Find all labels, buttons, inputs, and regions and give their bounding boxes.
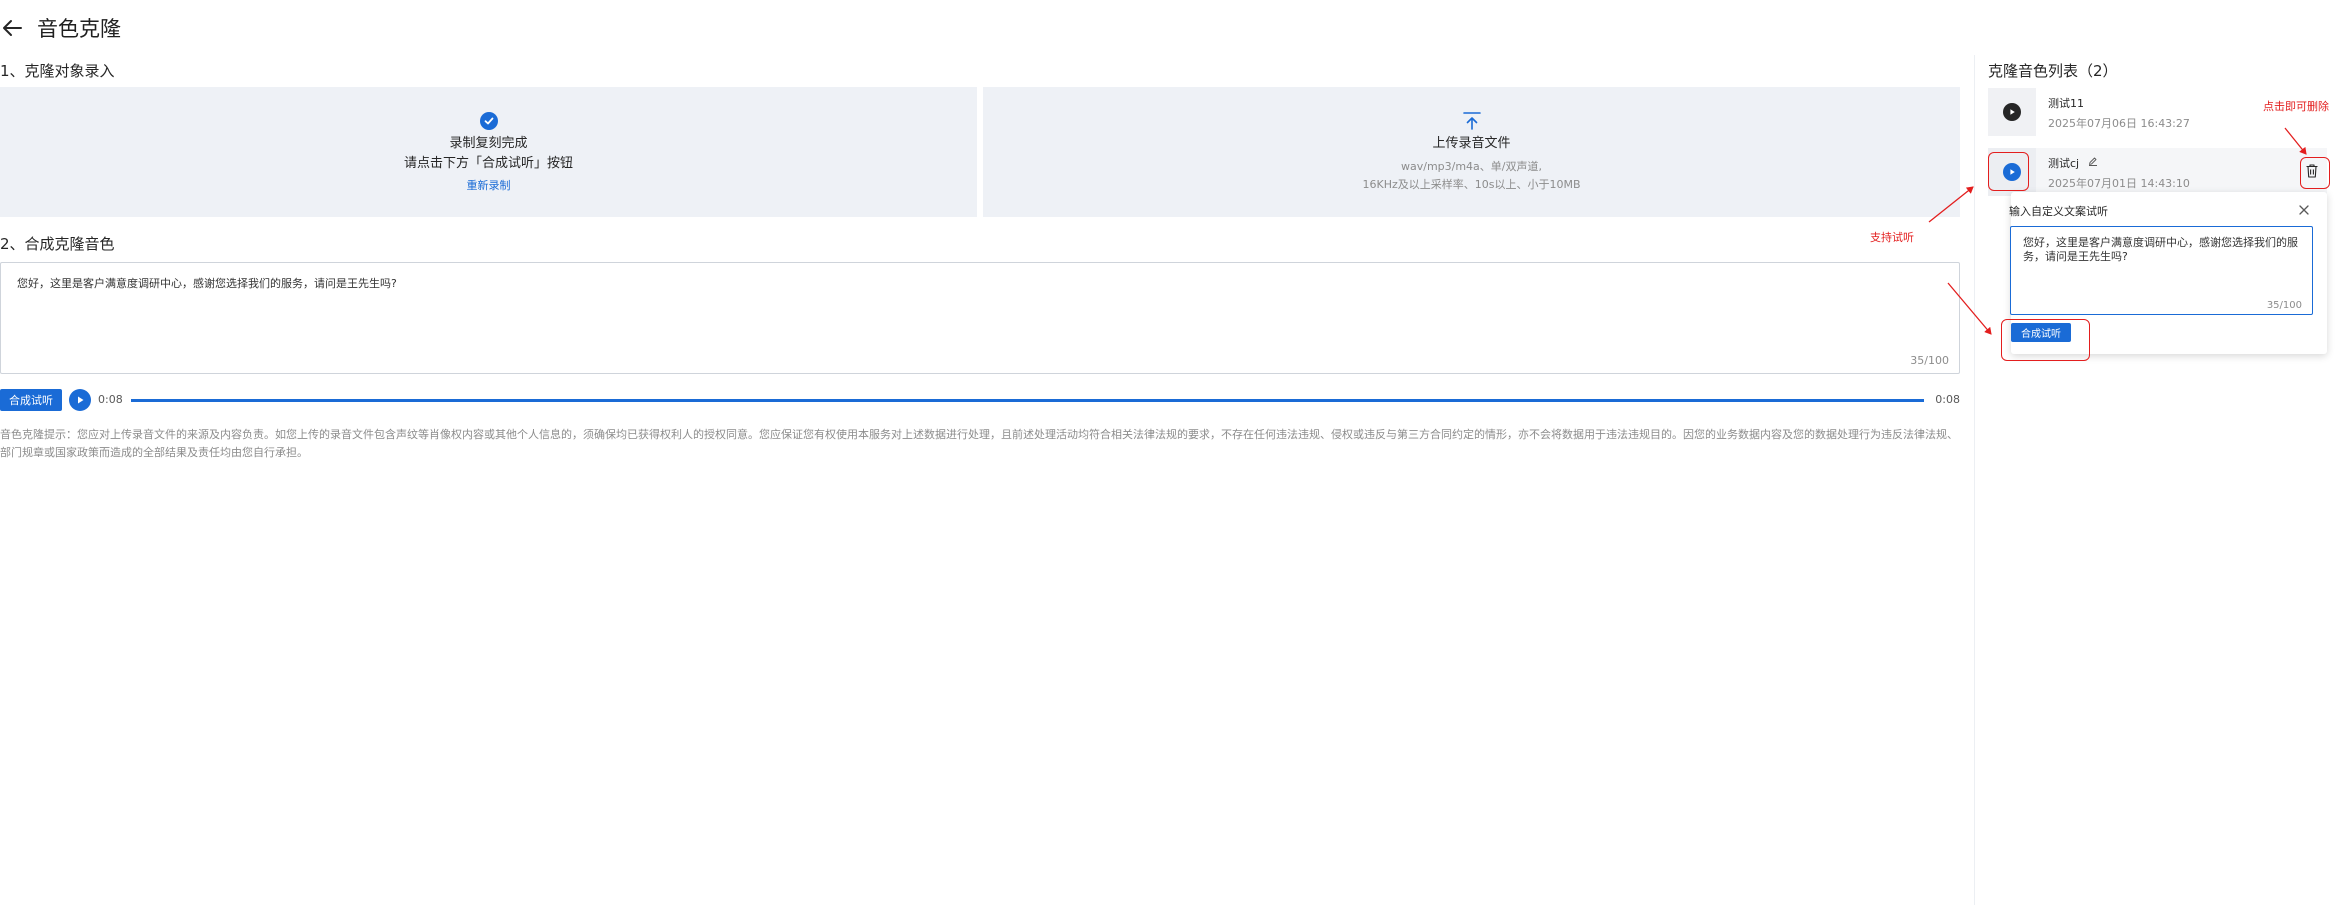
voice-date: 2025年07月06日 16:43:27 (2048, 117, 2190, 130)
record-hint: 请点击下方「合成试听」按钮 (403, 155, 573, 171)
progress-bar[interactable] (131, 399, 1924, 402)
close-icon[interactable] (2298, 204, 2310, 216)
page-header: 音色克隆 (0, 0, 1970, 56)
annotation-support-listen: 支持试听 (1870, 231, 1914, 244)
annotation-highlight-delete (2300, 157, 2330, 189)
voice-date: 2025年07月01日 14:43:10 (2048, 177, 2190, 190)
synth-text-input[interactable]: 您好，这里是客户满意度调研中心，感谢您选择我们的服务，请问是王先生吗? 35/1… (0, 262, 1960, 374)
record-card: 录制复刻完成 请点击下方「合成试听」按钮 重新录制 (0, 87, 977, 217)
duration: 0:08 (1935, 393, 1960, 406)
popover-text-input[interactable]: 您好，这里是客户满意度调研中心，感谢您选择我们的服务，请问是王先生吗? 35/1… (2010, 226, 2313, 315)
voice-name: 测试cj (2048, 157, 2080, 170)
section-title-input: 1、克隆对象录入 (0, 62, 115, 80)
progress-fill (131, 399, 1924, 402)
upload-requirements: 16KHz及以上采样率、10s以上、小于10MB (1362, 178, 1581, 191)
voice-name: 测试11 (2048, 97, 2084, 110)
back-arrow-icon[interactable] (0, 16, 24, 40)
annotation-highlight-play (1988, 152, 2029, 191)
annotation-highlight-button (2001, 319, 2090, 361)
upload-formats: wav/mp3/m4a、单/双声道, (1400, 160, 1542, 173)
synth-text-value: 您好，这里是客户满意度调研中心，感谢您选择我们的服务，请问是王先生吗? (17, 277, 397, 290)
audio-player: 合成试听 0:08 0:08 (0, 389, 1960, 411)
upload-title: 上传录音文件 (1432, 136, 1511, 151)
disclaimer-text: 音色克隆提示：您应对上传录音文件的来源及内容负责。如您上传的录音文件包含声纹等肖… (0, 428, 1958, 459)
upload-icon (1462, 112, 1481, 130)
current-time: 0:08 (98, 393, 123, 406)
annotation-click-delete: 点击即可删除 (2263, 100, 2329, 113)
synth-listen-button[interactable]: 合成试听 (0, 389, 62, 411)
panel-divider (1974, 55, 1975, 905)
page-title: 音色克隆 (37, 17, 121, 41)
record-status: 录制复刻完成 (449, 135, 528, 151)
popover-text-value: 您好，这里是客户满意度调研中心，感谢您选择我们的服务，请问是王先生吗? (2023, 236, 2298, 263)
voice-play-button[interactable] (1988, 88, 2036, 136)
play-icon (2003, 103, 2021, 121)
synth-char-count: 35/100 (1910, 354, 1949, 367)
upload-card[interactable]: 上传录音文件 wav/mp3/m4a、单/双声道, 16KHz及以上采样率、10… (983, 87, 1960, 217)
rerecord-link[interactable]: 重新录制 (467, 177, 511, 193)
voice-list-title: 克隆音色列表（2） (1988, 62, 2118, 80)
popover-title: 输入自定义文案试听 (2009, 205, 2108, 218)
section-title-synth: 2、合成克隆音色 (0, 235, 115, 253)
check-circle-icon (479, 111, 498, 130)
edit-icon[interactable] (2088, 156, 2098, 166)
popover-char-count: 35/100 (2266, 300, 2302, 311)
play-icon[interactable] (69, 389, 91, 411)
voice-list-item[interactable]: 测试cj 2025年07月01日 14:43:10 (1988, 148, 2327, 196)
